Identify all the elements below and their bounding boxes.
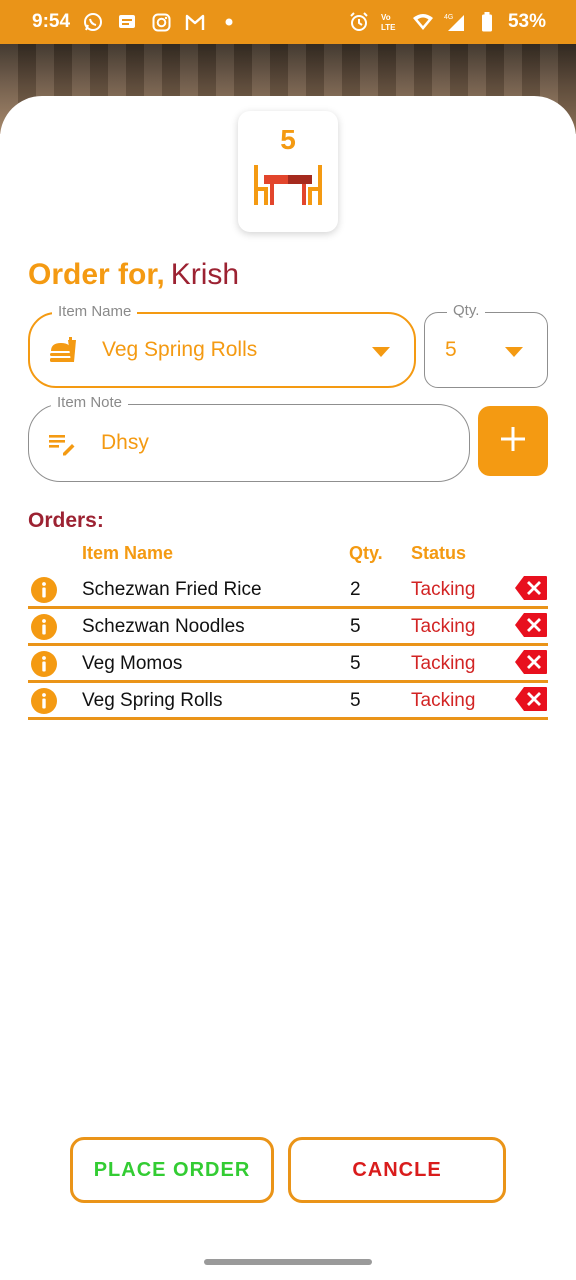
status-right: Vo LTE 4G 53% — [348, 11, 546, 33]
qty-dropdown[interactable]: Qty. 5 — [424, 302, 548, 388]
order-item-name: Schezwan Fried Rice — [82, 579, 262, 600]
instagram-icon — [150, 11, 172, 33]
customer-name: Krish — [170, 258, 240, 291]
status-time: 9:54 — [32, 11, 71, 32]
order-item-name: Veg Momos — [82, 653, 183, 674]
delete-icon[interactable] — [514, 612, 548, 638]
orders-heading: Orders: — [28, 509, 104, 532]
order-item-name: Veg Spring Rolls — [82, 690, 223, 711]
order-title: Order for, Krish — [28, 258, 239, 292]
order-item-name: Schezwan Noodles — [82, 616, 245, 637]
order-title-prefix: Order for, — [28, 258, 165, 291]
cancel-button[interactable]: CANCLE — [288, 1137, 506, 1203]
dining-table-icon — [252, 155, 324, 212]
battery-icon — [476, 11, 498, 33]
column-header-item-name: Item Name — [82, 543, 174, 563]
column-header-qty: Qty. — [349, 543, 383, 563]
item-name-dropdown[interactable]: Item Name Veg Spring Rolls — [28, 303, 416, 388]
order-item-status: Tacking — [411, 653, 476, 674]
add-item-button[interactable] — [478, 406, 548, 476]
home-indicator[interactable] — [204, 1259, 372, 1265]
table-card: 5 — [238, 111, 338, 232]
status-left: 9:54 — [32, 11, 240, 33]
qty-value: 5 — [445, 338, 457, 361]
note-edit-icon — [45, 427, 77, 459]
item-note-label: Item Note — [51, 394, 129, 412]
order-row: Schezwan Fried Rice 2 Tacking — [28, 572, 548, 609]
delete-icon[interactable] — [514, 649, 548, 675]
item-name-value: Veg Spring Rolls — [102, 338, 258, 361]
svg-text:4G: 4G — [444, 14, 453, 21]
place-order-button[interactable]: PLACE ORDER — [70, 1137, 274, 1203]
plus-icon — [499, 425, 527, 458]
item-note-value: Dhsy — [101, 431, 149, 454]
dot-icon — [218, 11, 240, 33]
svg-text:Vo: Vo — [381, 13, 391, 22]
volte-icon: Vo LTE — [380, 11, 402, 33]
item-note-field[interactable]: Item Note Dhsy — [28, 394, 470, 482]
order-row: Veg Momos 5 Tacking — [28, 646, 548, 683]
order-item-status: Tacking — [411, 579, 476, 600]
order-item-qty: 2 — [350, 579, 361, 600]
alarm-icon — [348, 11, 370, 33]
item-name-label: Item Name — [52, 303, 138, 321]
whatsapp-icon — [82, 11, 104, 33]
qty-label: Qty. — [447, 302, 486, 320]
order-item-qty: 5 — [350, 653, 361, 674]
gmail-icon — [184, 11, 206, 33]
order-item-status: Tacking — [411, 616, 476, 637]
order-item-status: Tacking — [411, 690, 476, 711]
chevron-down-icon — [372, 347, 390, 357]
wifi-icon — [412, 11, 434, 33]
order-item-qty: 5 — [350, 690, 361, 711]
message-icon — [116, 11, 138, 33]
food-icon — [46, 334, 78, 366]
battery-percentage: 53% — [507, 11, 546, 32]
svg-text:LTE: LTE — [381, 23, 396, 32]
table-number: 5 — [280, 124, 296, 155]
column-header-status: Status — [411, 543, 467, 563]
order-row: Schezwan Noodles 5 Tacking — [28, 609, 548, 646]
info-icon[interactable] — [30, 650, 58, 678]
info-icon[interactable] — [30, 576, 58, 604]
signal-icon: 4G — [444, 11, 466, 33]
order-item-qty: 5 — [350, 616, 361, 637]
info-icon[interactable] — [30, 687, 58, 715]
order-row: Veg Spring Rolls 5 Tacking — [28, 683, 548, 720]
delete-icon[interactable] — [514, 575, 548, 601]
delete-icon[interactable] — [514, 686, 548, 712]
chevron-down-icon — [505, 347, 523, 357]
info-icon[interactable] — [30, 613, 58, 641]
status-bar: 9:54 Vo LTE 4G 53% — [0, 0, 576, 44]
